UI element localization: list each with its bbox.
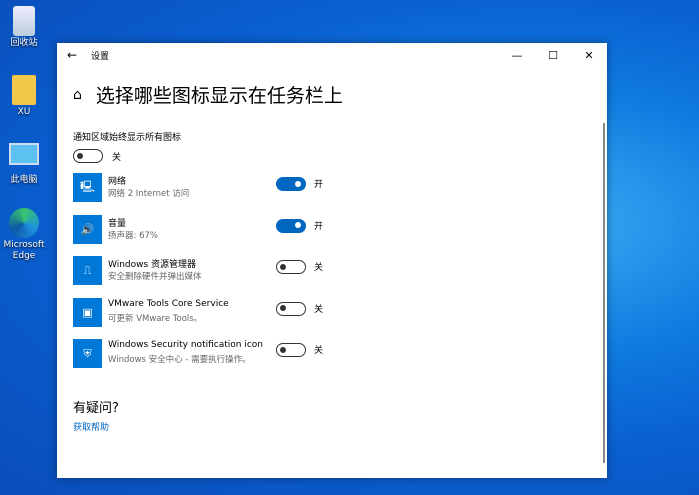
- item-toggle[interactable]: [276, 218, 306, 233]
- tray-icon-row: 🔊 音量 扬声器: 67% 开: [73, 214, 343, 247]
- desktop-user-folder[interactable]: XU: [0, 75, 48, 118]
- toggle-state: 开: [314, 221, 324, 232]
- tray-icon-row: 🖳 网络 网络 2 Internet 访问 开: [73, 173, 343, 205]
- item-toggle[interactable]: [276, 260, 306, 274]
- help-heading: 有疑问?: [73, 401, 119, 416]
- recycle-bin-icon: [13, 6, 35, 36]
- item-toggle[interactable]: [276, 177, 306, 191]
- tray-icon-row: ▣ VMware Tools Core Service 可更新 VMware T…: [73, 297, 343, 330]
- toggle-state: 关: [112, 152, 122, 163]
- back-button[interactable]: ←: [57, 48, 87, 62]
- desktop-label: 回收站: [10, 38, 38, 48]
- item-description: 可更新 VMware Tools。: [108, 313, 203, 324]
- item-description: 网络 2 Internet 访问: [108, 189, 190, 199]
- page-title: 选择哪些图标显示在任务栏上: [95, 85, 343, 107]
- toggle-state: 关: [314, 304, 324, 315]
- user-folder-icon: [12, 75, 36, 105]
- minimize-button[interactable]: —: [499, 49, 535, 62]
- item-name: 网络: [108, 177, 127, 187]
- desktop-label: XU: [17, 107, 31, 117]
- title-bar: ← 设置 — ☐ ✕: [57, 43, 607, 67]
- volume-icon: 🔊: [73, 214, 102, 244]
- toggle-state: 开: [314, 180, 324, 190]
- toggle-state: 关: [314, 263, 324, 273]
- tray-icon-row: ⛨ Windows Security notification icon Win…: [73, 339, 343, 371]
- tray-icon-row: ⎍ Windows 资源管理器 安全删除硬件并弹出媒体 关: [73, 256, 343, 288]
- settings-window: ← 设置 — ☐ ✕ ⌂ 选择哪些图标显示在任务栏上 通知区域始终显示所有图标 关…: [57, 43, 607, 478]
- desktop-label: 此电脑: [10, 175, 38, 185]
- close-button[interactable]: ✕: [571, 49, 607, 62]
- vmware-icon: ▣: [73, 297, 102, 327]
- item-description: 安全删除硬件并弹出媒体: [108, 272, 202, 282]
- window-title: 设置: [91, 51, 110, 62]
- item-name: Windows Security notification icon: [108, 340, 263, 350]
- toggle-state: 关: [314, 346, 324, 356]
- always-show-toggle[interactable]: [73, 149, 103, 163]
- item-description: 扬声器: 67%: [108, 230, 158, 241]
- scrollbar[interactable]: [603, 123, 605, 463]
- computer-icon: [9, 143, 39, 165]
- item-toggle[interactable]: [276, 343, 306, 357]
- item-name: VMware Tools Core Service: [108, 298, 229, 309]
- desktop-recycle-bin[interactable]: 回收站: [0, 6, 48, 49]
- item-toggle[interactable]: [276, 301, 306, 316]
- maximize-button[interactable]: ☐: [535, 49, 571, 62]
- edge-icon: [9, 208, 39, 238]
- desktop-label: Microsoft Edge: [3, 240, 45, 261]
- desktop-edge[interactable]: Microsoft Edge: [0, 208, 48, 262]
- get-help-link[interactable]: 获取帮助: [73, 420, 109, 433]
- item-description: Windows 安全中心 - 需要执行操作。: [108, 355, 251, 365]
- always-show-label: 通知区域始终显示所有图标: [73, 133, 182, 143]
- shield-icon: ⛨: [73, 339, 102, 368]
- usb-icon: ⎍: [73, 256, 102, 285]
- item-name: 音量: [108, 218, 127, 229]
- desktop-this-pc[interactable]: 此电脑: [0, 143, 48, 186]
- network-icon: 🖳: [73, 173, 102, 202]
- home-icon[interactable]: ⌂: [73, 87, 82, 103]
- item-name: Windows 资源管理器: [108, 260, 197, 270]
